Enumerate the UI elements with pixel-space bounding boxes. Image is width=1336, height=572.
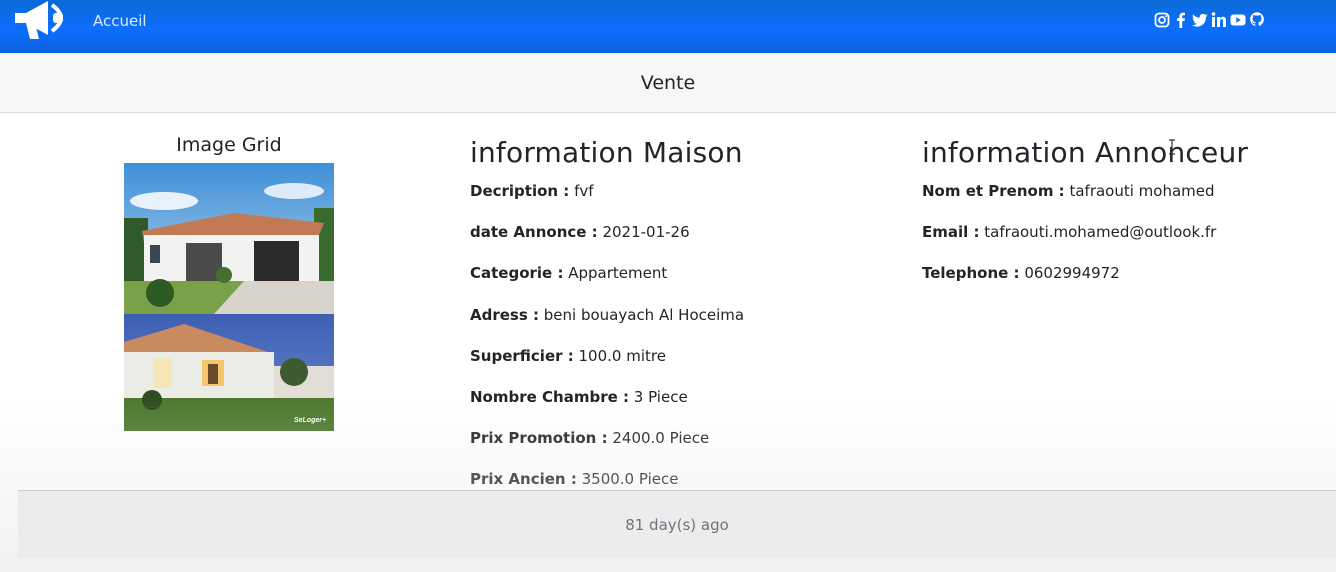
instagram-icon[interactable] [1154,11,1170,29]
twitter-icon[interactable] [1192,11,1208,29]
info-row-nombre-chambre: Nombre Chambre : 3 Piece [470,387,688,406]
house-photo-front[interactable] [124,163,334,314]
social-icons [1154,11,1265,29]
image-grid: Image Grid SeLoger+ [124,134,334,431]
info-annonceur-title: information Annonceur [922,136,1249,169]
info-row-superficier: Superficier : 100.0 mitre [470,346,666,365]
info-row-email: Email : tafraouti.mohamed@outlook.fr [922,223,1217,242]
info-maison-title: information Maison [470,136,743,169]
facebook-icon[interactable] [1173,11,1189,29]
nav-link-accueil[interactable]: Accueil [93,12,147,30]
card-footer: 81 day(s) ago [18,490,1336,558]
info-annonceur-section: information Annonceur Nom et Prenom : ta… [922,134,1322,306]
top-navbar: Accueil [0,0,1336,53]
image-grid-title: Image Grid [176,134,282,156]
info-row-adress: Adress : beni bouayach Al Hoceima [470,305,745,324]
youtube-icon[interactable] [1230,11,1246,29]
linkedin-icon[interactable] [1211,11,1227,29]
text-cursor-icon [1168,139,1176,155]
info-row-date-annonce: date Annonce : 2021-01-26 [470,223,690,242]
card-header: Vente [0,53,1336,113]
info-row-description: Decription : fvf [470,182,594,200]
photo-watermark: SeLoger+ [294,417,326,424]
megaphone-icon[interactable] [12,0,70,46]
github-icon[interactable] [1249,11,1265,29]
info-row-prix-promotion: Prix Promotion : 2400.0 Piece [470,429,710,448]
info-row-categorie: Categorie : Appartement [470,264,668,283]
info-row-telephone: Telephone : 0602994972 [922,264,1120,283]
info-row-nom-prenom: Nom et Prenom : tafraouti mohamed [922,182,1215,200]
house-photo-evening[interactable]: SeLoger+ [124,314,334,431]
info-maison-section: information Maison Decription : fvf date… [470,134,890,512]
